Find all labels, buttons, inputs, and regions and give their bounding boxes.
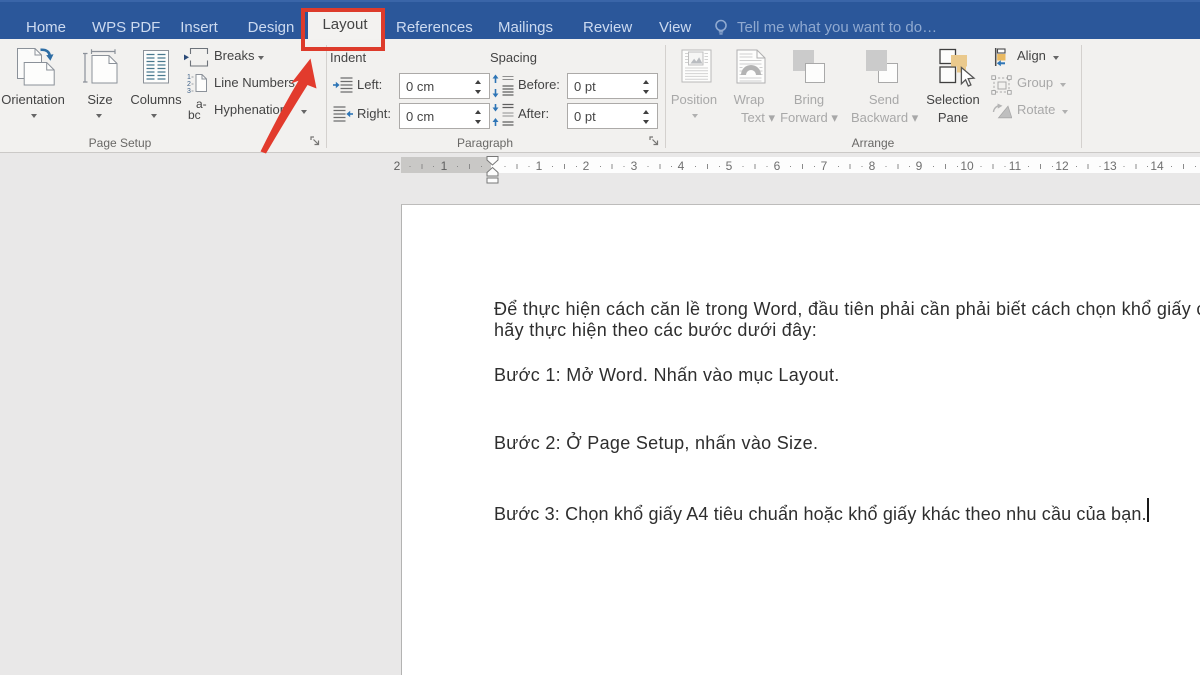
svg-text:1: 1 <box>187 74 191 81</box>
svg-text:2: 2 <box>187 81 191 88</box>
svg-text:bc: bc <box>188 108 201 121</box>
svg-text:3: 3 <box>187 88 191 93</box>
